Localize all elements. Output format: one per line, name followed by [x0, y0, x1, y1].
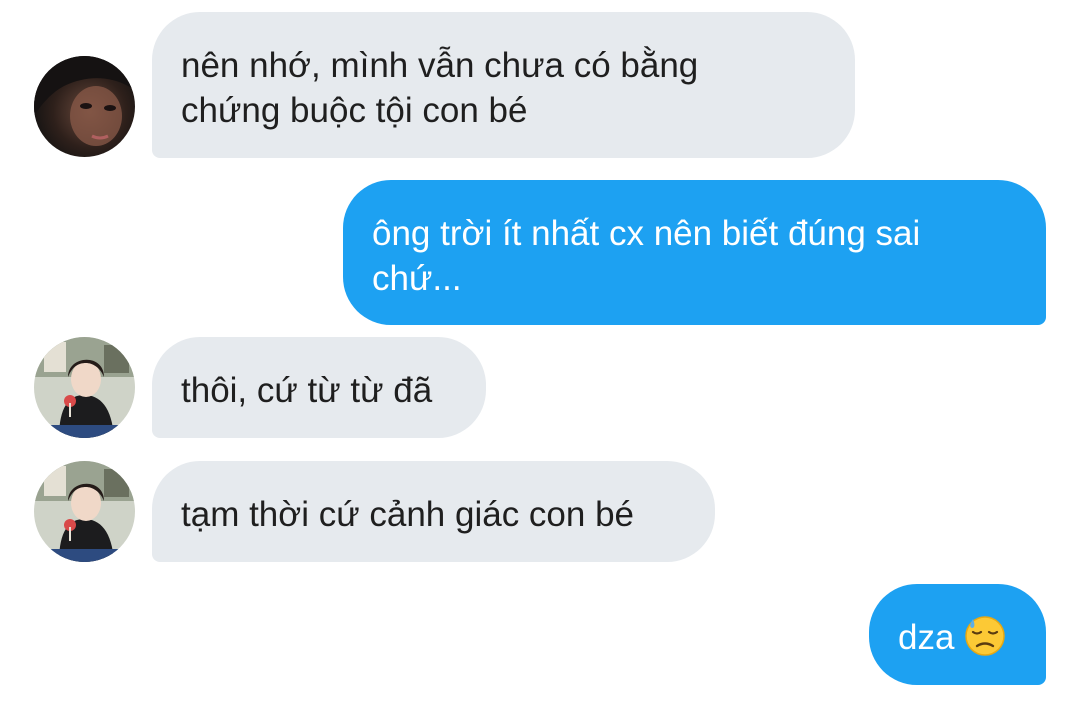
downcast-face-with-sweat-emoji-icon [965, 616, 1006, 656]
message-text-line: chứ... [372, 259, 462, 298]
sender-avatar[interactable] [34, 337, 135, 438]
sender-avatar[interactable] [34, 461, 135, 562]
message-text-line: chứng buộc tội con bé [181, 91, 528, 130]
message-row: tạm thời cứ cảnh giác con bé [0, 461, 1080, 562]
chat-thread[interactable]: nên nhớ, mình vẫn chưa có bằng chứng buộ… [0, 0, 1080, 702]
message-bubble-outgoing[interactable]: dza [869, 584, 1046, 685]
message-text: dza [898, 618, 955, 657]
message-text-line: nên nhớ, mình vẫn chưa có bằng [181, 46, 699, 85]
message-text-line: tạm thời cứ cảnh giác con bé [181, 495, 635, 534]
message-text-line: thôi, cứ từ từ đã [181, 371, 433, 410]
dark-portrait-avatar-icon [34, 56, 135, 157]
message-row: ông trời ít nhất cx nên biết đúng sai ch… [0, 180, 1080, 325]
message-bubble-incoming[interactable]: tạm thời cứ cảnh giác con bé [152, 461, 715, 562]
sender-avatar[interactable] [34, 56, 135, 157]
message-row: thôi, cứ từ từ đã [0, 337, 1080, 438]
message-text-line: ông trời ít nhất cx nên biết đúng sai [372, 214, 921, 253]
message-bubble-incoming[interactable]: thôi, cứ từ từ đã [152, 337, 486, 438]
message-bubble-incoming[interactable]: nên nhớ, mình vẫn chưa có bằng chứng buộ… [152, 12, 855, 158]
message-bubble-outgoing[interactable]: ông trời ít nhất cx nên biết đúng sai ch… [343, 180, 1046, 325]
message-row: dza [0, 584, 1080, 685]
photo-portrait-avatar-icon [34, 461, 135, 562]
photo-portrait-avatar-icon [34, 337, 135, 438]
message-row: nên nhớ, mình vẫn chưa có bằng chứng buộ… [0, 12, 1080, 158]
